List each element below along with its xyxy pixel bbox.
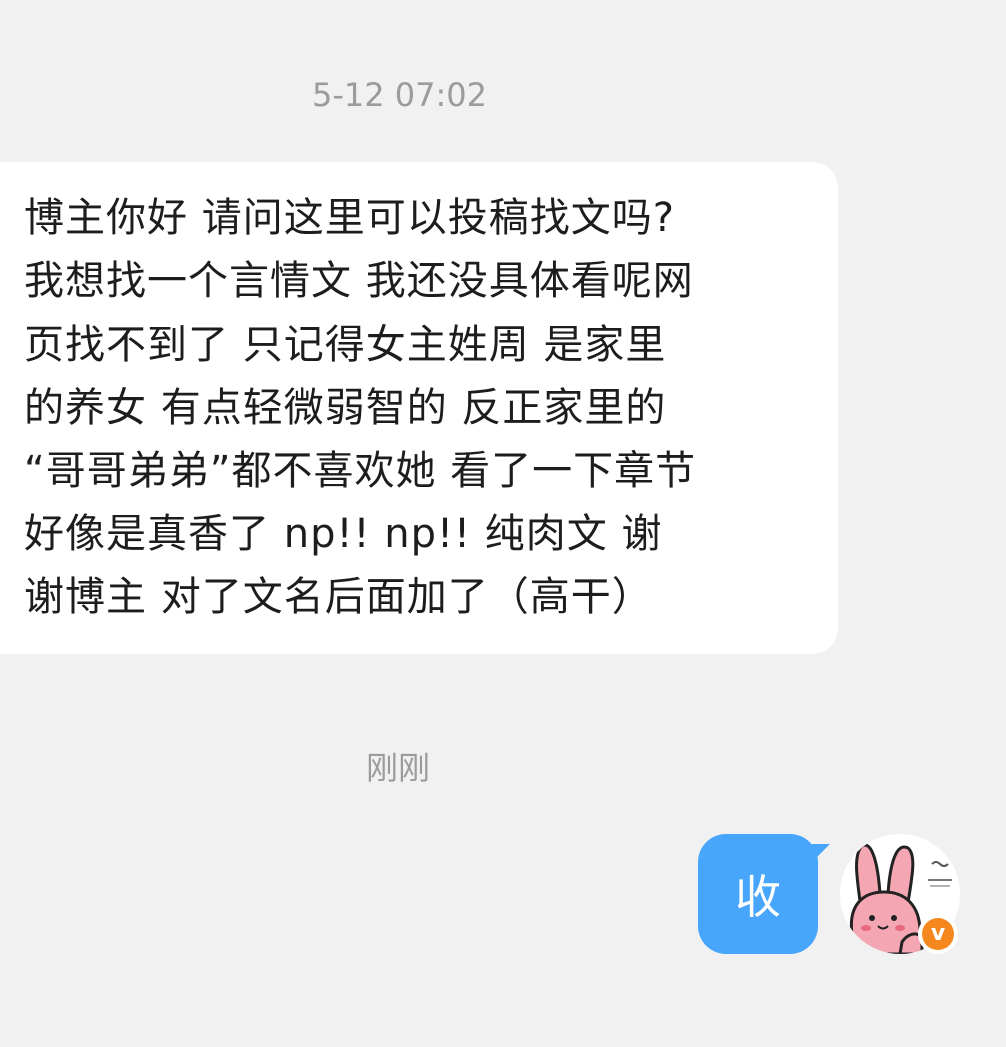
message-timestamp: 5-12 07:02 [312, 76, 488, 114]
outgoing-message-bubble[interactable]: 收 [698, 834, 818, 954]
message-line: 页找不到了 只记得女主姓周 是家里 [24, 322, 667, 368]
verified-v-icon: v [922, 918, 954, 950]
message-line: “哥哥弟弟”都不喜欢她 看了一下章节 [24, 448, 697, 494]
verified-badge: v [918, 914, 958, 954]
message-line: 谢博主 对了文名后面加了（高干） [24, 574, 653, 620]
chat-conversation: 5-12 07:02 博主你好 请问这里可以投稿找文吗? 我想找一个言情文 我还… [0, 0, 1006, 1047]
message-line: 好像是真香了 np!! np!! 纯肉文 谢 [24, 511, 663, 557]
message-line: 的养女 有点轻微弱智的 反正家里的 [24, 385, 667, 431]
outgoing-message-text: 收 [735, 870, 781, 924]
message-line: 博主你好 请问这里可以投稿找文吗? [24, 195, 675, 241]
message-timestamp: 刚刚 [366, 749, 431, 787]
message-line: 我想找一个言情文 我还没具体看呢网 [24, 258, 694, 304]
